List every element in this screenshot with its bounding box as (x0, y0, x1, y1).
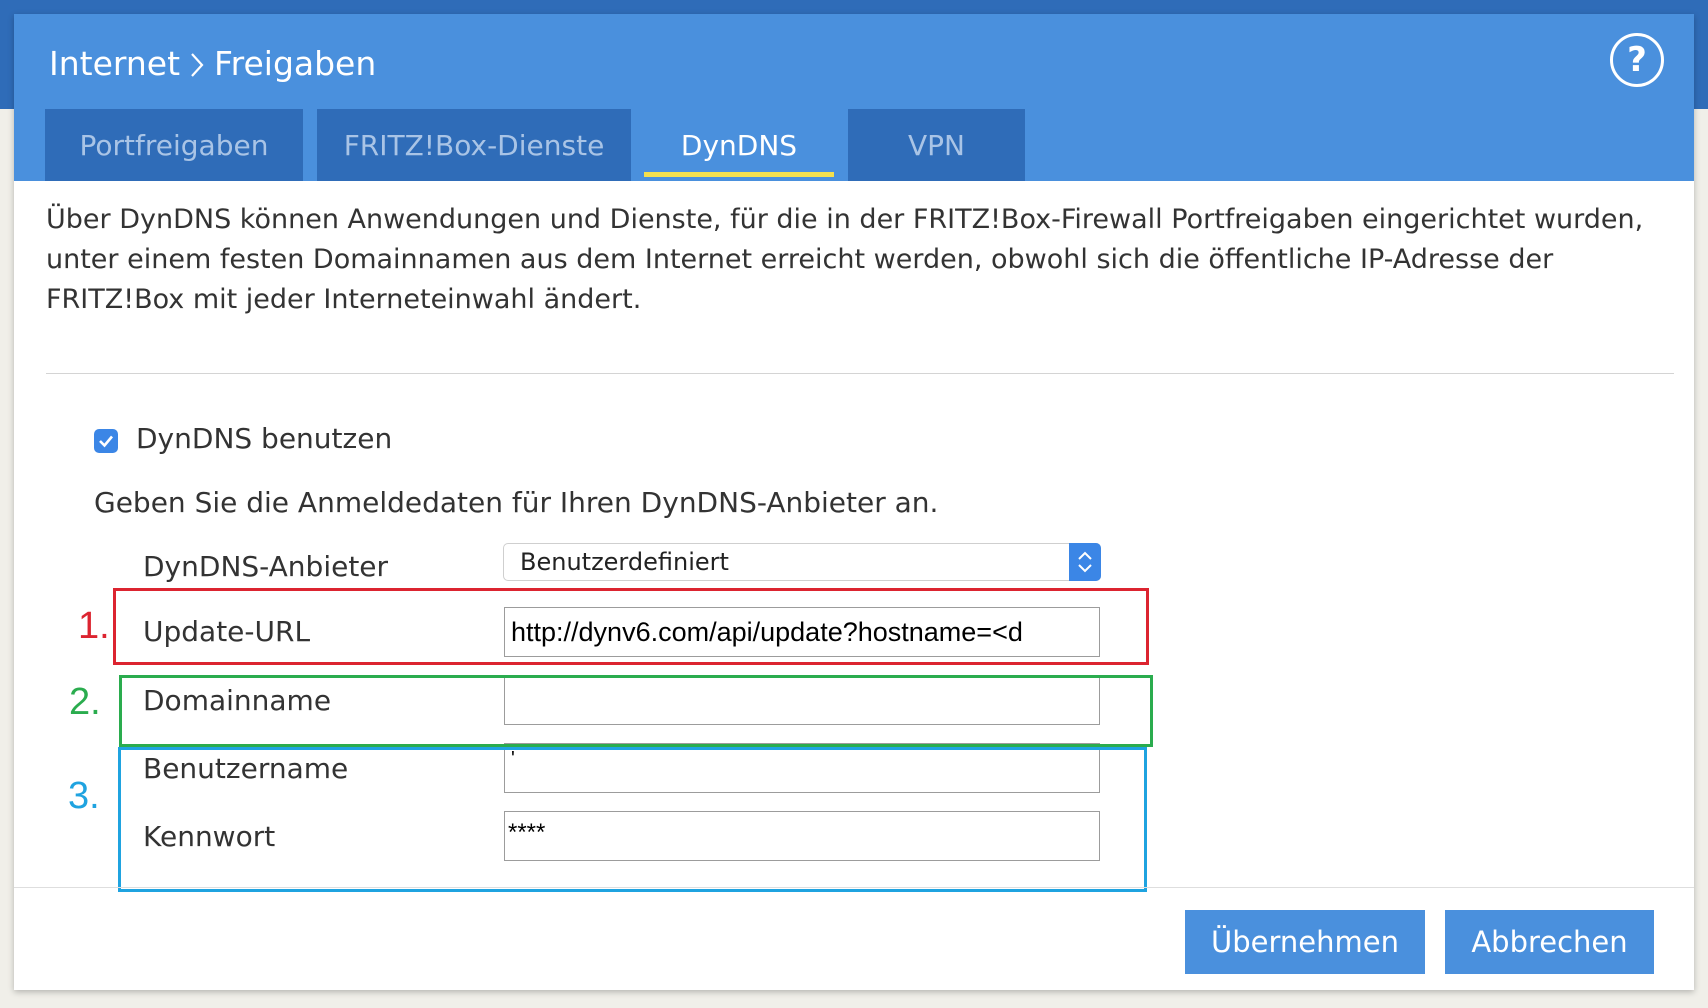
active-tab-underline (644, 172, 834, 177)
intro-text: Über DynDNS können Anwendungen und Diens… (46, 204, 1644, 315)
provider-select-value: Benutzerdefiniert (520, 548, 729, 576)
panel-header: Internet Freigaben ? Portfreigaben FRITZ… (14, 14, 1694, 181)
tab-label: DynDNS (680, 128, 798, 162)
annotation-number-1: 1. (78, 605, 110, 647)
checkmark-icon (99, 435, 113, 448)
annotation-box-1 (113, 588, 1149, 665)
annotation-box-2 (119, 675, 1153, 747)
provider-label: DynDNS-Anbieter (143, 550, 389, 583)
apply-button[interactable]: Übernehmen (1185, 910, 1425, 974)
provider-select[interactable]: Benutzerdefiniert (503, 543, 1101, 581)
annotation-box-3 (118, 747, 1147, 892)
divider (46, 373, 1674, 374)
tab-vpn[interactable]: VPN (848, 109, 1025, 181)
breadcrumb-internet[interactable]: Internet (49, 44, 180, 83)
chevron-right-icon (190, 49, 204, 79)
select-arrows-icon (1069, 543, 1101, 581)
annotation-number-2: 2. (69, 681, 101, 723)
footer-divider (14, 887, 1694, 888)
breadcrumb: Internet Freigaben (49, 44, 376, 83)
cancel-button[interactable]: Abbrechen (1445, 910, 1654, 974)
tab-label: FRITZ!Box-Dienste (343, 128, 605, 162)
credentials-hint: Geben Sie die Anmeldedaten für Ihren Dyn… (94, 486, 939, 519)
tab-fritzbox-dienste[interactable]: FRITZ!Box-Dienste (317, 109, 631, 181)
tab-label: VPN (908, 128, 965, 162)
dyndns-enable-label[interactable]: DynDNS benutzen (136, 422, 392, 455)
tab-portfreigaben[interactable]: Portfreigaben (45, 109, 303, 181)
question-circle-icon[interactable]: ? (1610, 33, 1664, 87)
tab-label: Portfreigaben (79, 128, 269, 162)
breadcrumb-freigaben: Freigaben (214, 44, 377, 83)
annotation-number-3: 3. (68, 775, 100, 817)
dialog-panel: Internet Freigaben ? Portfreigaben FRITZ… (14, 14, 1694, 990)
tab-dyndns[interactable]: DynDNS (644, 109, 834, 181)
dyndns-enable-checkbox[interactable] (94, 429, 118, 453)
